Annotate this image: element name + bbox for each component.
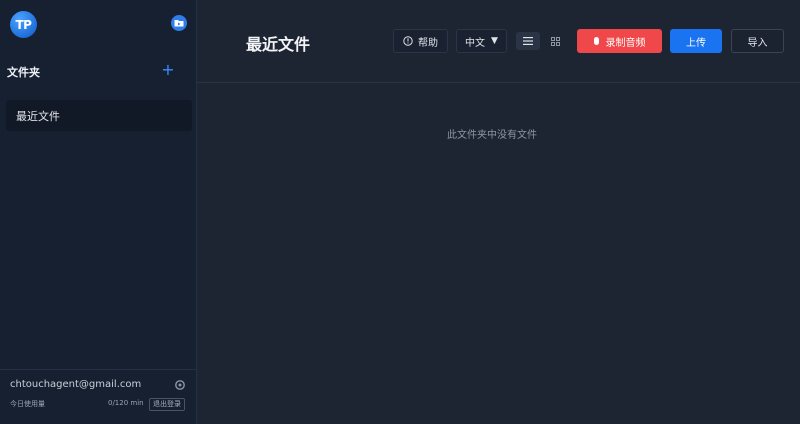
tp-logo-icon: TP bbox=[10, 11, 37, 38]
language-value: 中文 bbox=[465, 37, 486, 49]
page-title: 最近文件 bbox=[246, 35, 311, 54]
chevron-down-icon: ▼ bbox=[491, 36, 498, 46]
logout-button[interactable]: 退出登录 bbox=[149, 398, 185, 411]
list-icon bbox=[523, 37, 533, 45]
account-email: chtouchagent@gmail.com bbox=[10, 379, 142, 390]
folder-icon bbox=[174, 20, 184, 27]
record-label: 录制音频 bbox=[605, 37, 646, 49]
import-button[interactable]: 导入 bbox=[731, 29, 784, 53]
sidebar: TP 文件夹 + 最近文件 chtouchagent@gmail.com 今日使… bbox=[0, 0, 197, 424]
sidebar-footer: chtouchagent@gmail.com 今日使用量 0/120 min 退… bbox=[0, 369, 196, 424]
upload-label: 上传 bbox=[686, 37, 706, 49]
grid-icon bbox=[550, 36, 560, 46]
sidebar-item-label: 最近文件 bbox=[16, 109, 60, 123]
record-audio-button[interactable]: 录制音频 bbox=[577, 29, 662, 53]
help-button[interactable]: 帮助 bbox=[393, 29, 448, 53]
usage-label: 今日使用量 bbox=[10, 400, 45, 408]
sidebar-item-recent-files[interactable]: 最近文件 bbox=[6, 100, 192, 131]
language-select[interactable]: 中文 ▼ bbox=[456, 29, 507, 53]
usage-value: 0/120 min bbox=[108, 399, 144, 407]
list-view-button[interactable] bbox=[516, 32, 540, 50]
help-label: 帮助 bbox=[418, 37, 438, 49]
new-folder-button[interactable] bbox=[171, 15, 187, 31]
info-icon bbox=[403, 36, 413, 46]
empty-folder-message: 此文件夹中没有文件 bbox=[447, 130, 537, 141]
add-folder-button[interactable]: + bbox=[160, 62, 176, 78]
grid-view-button[interactable] bbox=[545, 32, 565, 50]
microphone-icon bbox=[593, 37, 599, 45]
gear-icon[interactable] bbox=[174, 379, 186, 391]
folders-heading: 文件夹 bbox=[7, 66, 40, 79]
upload-button[interactable]: 上传 bbox=[670, 29, 722, 53]
header: 最近文件 帮助 中文 ▼ 录制音频 上传 导入 bbox=[197, 0, 800, 83]
import-label: 导入 bbox=[747, 37, 768, 49]
logo-text: TP bbox=[15, 17, 32, 32]
